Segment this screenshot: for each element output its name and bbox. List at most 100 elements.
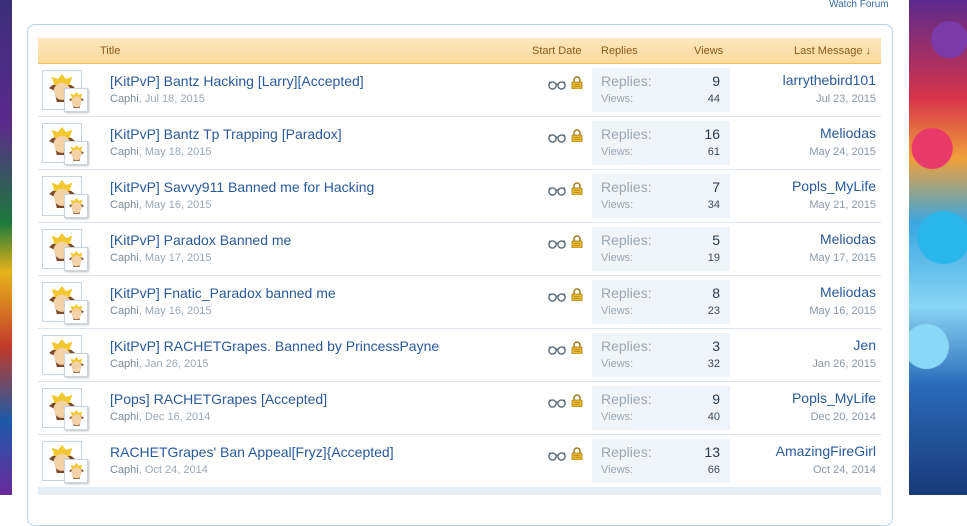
- naruto-avatar-icon: [69, 410, 84, 426]
- thread-stats: Replies: 9 Views: 40: [592, 386, 730, 430]
- last-message-user-link[interactable]: Popls_MyLife: [792, 390, 876, 406]
- last-message-date-link[interactable]: May 24, 2015: [809, 146, 876, 158]
- thread-start-date[interactable]: May 16, 2015: [145, 199, 212, 211]
- last-message-date-link[interactable]: May 21, 2015: [809, 199, 876, 211]
- thread-row[interactable]: [KitPvP] Fnatic_Paradox banned me Caphi,…: [38, 276, 881, 329]
- last-message-user-link[interactable]: Meliodas: [820, 284, 876, 300]
- views-count: 19: [707, 252, 720, 264]
- last-message-date-link[interactable]: May 16, 2015: [809, 305, 876, 317]
- thread-status-icons: [548, 76, 588, 90]
- last-message-user-link[interactable]: Meliodas: [820, 231, 876, 247]
- views-count: 32: [707, 358, 720, 370]
- thread-author-link[interactable]: Caphi: [110, 199, 139, 211]
- thread-start-date[interactable]: May 18, 2015: [145, 146, 212, 158]
- thread-title-link[interactable]: [KitPvP] Savvy911 Banned me for Hacking: [110, 179, 374, 195]
- thread-author-link[interactable]: Caphi: [110, 252, 139, 264]
- glasses-icon: [548, 289, 566, 302]
- thread-start-date[interactable]: Jan 26, 2015: [145, 358, 209, 370]
- watch-forum-link[interactable]: Watch Forum: [829, 0, 899, 10]
- last-message-date-link[interactable]: May 17, 2015: [809, 252, 876, 264]
- last-poster-avatar[interactable]: [64, 406, 88, 430]
- thread-start-date[interactable]: Oct 24, 2014: [145, 464, 208, 476]
- naruto-avatar-icon: [69, 198, 84, 214]
- last-message-user-link[interactable]: Jen: [853, 337, 876, 353]
- thread-stats: Replies: 5 Views: 19: [592, 227, 730, 271]
- thread-title-link[interactable]: [KitPvP] Fnatic_Paradox banned me: [110, 285, 336, 301]
- last-poster-avatar[interactable]: [64, 88, 88, 112]
- lock-icon: [571, 235, 583, 249]
- last-message-date-link[interactable]: Jul 23, 2015: [816, 93, 876, 105]
- replies-label: Replies:: [601, 126, 652, 142]
- thread-row[interactable]: [KitPvP] Bantz Hacking [Larry][Accepted]…: [38, 64, 881, 117]
- replies-count: 16: [704, 126, 720, 142]
- thread-row[interactable]: [KitPvP] Bantz Tp Trapping [Paradox] Cap…: [38, 117, 881, 170]
- thread-title-link[interactable]: [KitPvP] Paradox Banned me: [110, 232, 291, 248]
- views-label: Views:: [601, 93, 634, 105]
- last-message-date-link[interactable]: Oct 24, 2014: [813, 464, 876, 476]
- thread-author-link[interactable]: Caphi: [110, 305, 139, 317]
- thread-author-link[interactable]: Caphi: [110, 146, 139, 158]
- last-poster-avatar[interactable]: [64, 459, 88, 483]
- views-label: Views:: [601, 146, 634, 158]
- thread-title-link[interactable]: [KitPvP] Bantz Tp Trapping [Paradox]: [110, 126, 342, 142]
- thread-start-date[interactable]: May 16, 2015: [145, 305, 212, 317]
- views-label: Views:: [601, 411, 634, 423]
- thread-status-icons: [548, 182, 588, 196]
- thread-title-link[interactable]: [KitPvP] RACHETGrapes. Banned by Princes…: [110, 338, 439, 354]
- thread-author-link[interactable]: Caphi: [110, 464, 139, 476]
- replies-label: Replies:: [601, 232, 652, 248]
- thread-start-date[interactable]: May 17, 2015: [145, 252, 212, 264]
- column-title[interactable]: Title: [100, 45, 120, 57]
- replies-count: 9: [712, 73, 720, 89]
- glasses-icon: [548, 130, 566, 143]
- column-start-date[interactable]: Start Date: [532, 45, 582, 57]
- thread-start-date[interactable]: Dec 16, 2014: [145, 411, 210, 423]
- glasses-icon: [548, 183, 566, 196]
- glasses-icon: [548, 395, 566, 408]
- last-poster-avatar[interactable]: [64, 194, 88, 218]
- thread-stats: Replies: 13 Views: 66: [592, 439, 730, 483]
- lock-icon: [571, 129, 583, 143]
- thread-title-link[interactable]: [Pops] RACHETGrapes [Accepted]: [110, 391, 327, 407]
- thread-title-link[interactable]: [KitPvP] Bantz Hacking [Larry][Accepted]: [110, 73, 364, 89]
- thread-status-icons: [548, 394, 588, 408]
- thread-row[interactable]: [Pops] RACHETGrapes [Accepted] Caphi, De…: [38, 382, 881, 435]
- thread-status-icons: [548, 288, 588, 302]
- thread-stats: Replies: 3 Views: 32: [592, 333, 730, 377]
- replies-label: Replies:: [601, 391, 652, 407]
- last-message-date-link[interactable]: Jan 26, 2015: [812, 358, 876, 370]
- lock-icon: [571, 447, 583, 461]
- column-replies[interactable]: Replies: [601, 45, 638, 57]
- thread-row[interactable]: [KitPvP] Savvy911 Banned me for Hacking …: [38, 170, 881, 223]
- last-poster-avatar[interactable]: [64, 247, 88, 271]
- last-poster-avatar[interactable]: [64, 141, 88, 165]
- last-message-user-link[interactable]: AmazingFireGirl: [776, 443, 876, 459]
- replies-count: 9: [712, 391, 720, 407]
- thread-status-icons: [548, 235, 588, 249]
- thread-stats: Replies: 8 Views: 23: [592, 280, 730, 324]
- last-poster-avatar[interactable]: [64, 300, 88, 324]
- thread-row[interactable]: [KitPvP] Paradox Banned me Caphi, May 17…: [38, 223, 881, 276]
- last-message-date-link[interactable]: Dec 20, 2014: [811, 411, 876, 423]
- thread-start-date[interactable]: Jul 18, 2015: [145, 93, 205, 105]
- replies-count: 5: [712, 232, 720, 248]
- views-label: Views:: [601, 358, 634, 370]
- views-count: 61: [707, 146, 720, 158]
- thread-row[interactable]: [KitPvP] RACHETGrapes. Banned by Princes…: [38, 329, 881, 382]
- glasses-icon: [548, 236, 566, 249]
- thread-author-link[interactable]: Caphi: [110, 411, 139, 423]
- thread-author-link[interactable]: Caphi: [110, 358, 139, 370]
- last-message-user-link[interactable]: Popls_MyLife: [792, 178, 876, 194]
- column-last-message[interactable]: Last Message ↓: [794, 45, 871, 57]
- thread-author-link[interactable]: Caphi: [110, 93, 139, 105]
- glasses-icon: [548, 448, 566, 461]
- last-message-user-link[interactable]: Meliodas: [820, 125, 876, 141]
- last-message-user-link[interactable]: larrythebird101: [783, 72, 876, 88]
- thread-status-icons: [548, 341, 588, 355]
- thread-stats: Replies: 7 Views: 34: [592, 174, 730, 218]
- last-poster-avatar[interactable]: [64, 353, 88, 377]
- replies-count: 3: [712, 338, 720, 354]
- thread-title-link[interactable]: RACHETGrapes' Ban Appeal[Fryz]{Accepted]: [110, 444, 394, 460]
- thread-row[interactable]: RACHETGrapes' Ban Appeal[Fryz]{Accepted]…: [38, 435, 881, 488]
- column-views[interactable]: Views: [694, 45, 723, 57]
